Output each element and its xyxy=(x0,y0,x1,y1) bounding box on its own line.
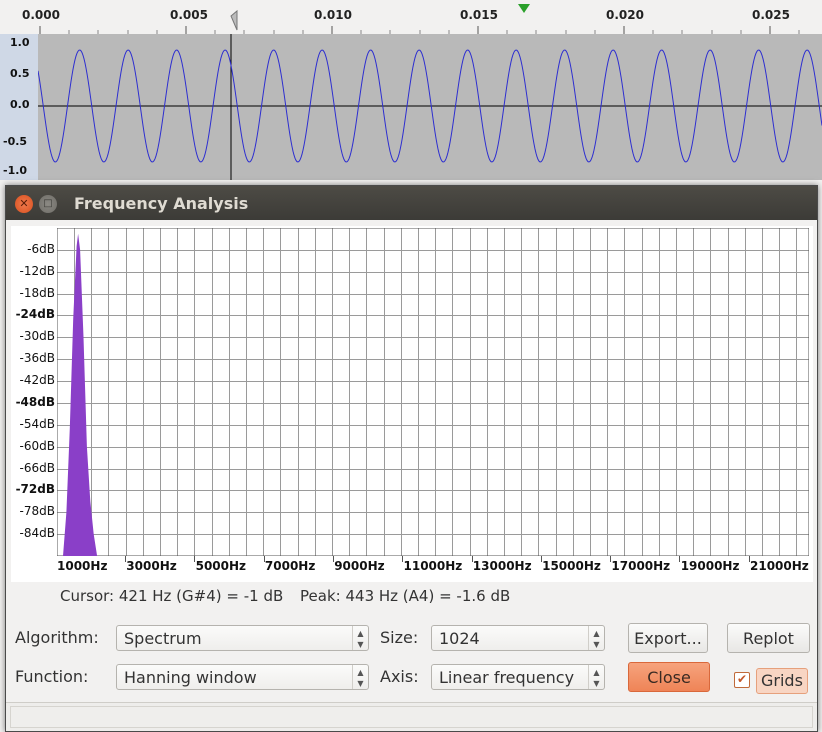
hz-axis-label: 21000Hz xyxy=(750,559,809,573)
hz-axis-label: 5000Hz xyxy=(195,559,247,573)
db-axis-label: -60dB xyxy=(19,438,55,453)
db-axis-label: -6dB xyxy=(27,241,55,256)
db-axis-label: -36dB xyxy=(19,351,55,366)
timeline-ruler[interactable]: 0.000 0.005 0.010 0.015 0.020 0.025 xyxy=(0,0,822,35)
db-axis-label: -78dB xyxy=(19,504,55,519)
hz-axis-label: 3000Hz xyxy=(126,559,177,573)
play-position-marker-icon xyxy=(518,4,530,13)
hz-axis-label: 7000Hz xyxy=(264,559,316,573)
hz-axis-label: 15000Hz xyxy=(542,559,601,573)
amplitude-label: 0.5 xyxy=(10,67,30,80)
dialog-title: Frequency Analysis xyxy=(74,194,249,213)
algorithm-value: Spectrum xyxy=(124,629,202,648)
db-axis-label: -66dB xyxy=(19,460,55,475)
export-button[interactable]: Export... xyxy=(628,623,708,653)
function-label: Function: xyxy=(15,667,89,686)
db-axis-label: -84dB xyxy=(19,526,55,541)
updown-icon: ▲ ▼ xyxy=(352,626,368,650)
size-label: Size: xyxy=(380,628,419,647)
axis-value: Linear frequency xyxy=(439,668,575,687)
size-select[interactable]: 1024 ▲ ▼ xyxy=(431,625,605,651)
size-value: 1024 xyxy=(439,629,480,648)
amplitude-label: -1.0 xyxy=(3,164,28,177)
status-field xyxy=(10,706,813,728)
updown-icon: ▲ ▼ xyxy=(588,665,604,689)
hz-axis-label: 13000Hz xyxy=(472,559,532,573)
algorithm-label: Algorithm: xyxy=(15,628,99,647)
peak-readout: Peak: 443 Hz (A4) = -1.6 dB xyxy=(300,587,511,605)
grids-checkbox[interactable]: ✔ xyxy=(734,672,750,688)
grids-label[interactable]: Grids xyxy=(756,668,808,694)
close-button[interactable]: Close xyxy=(628,662,710,692)
ruler-ticks-graphic xyxy=(39,4,800,34)
amplitude-label: -0.5 xyxy=(3,135,28,148)
algorithm-select[interactable]: Spectrum ▲ ▼ xyxy=(116,625,369,651)
hz-axis-label: 1000Hz xyxy=(57,559,108,573)
updown-icon: ▲ ▼ xyxy=(352,665,368,689)
waveform xyxy=(37,34,822,180)
hz-axis-label: 17000Hz xyxy=(611,559,671,573)
function-select[interactable]: Hanning window ▲ ▼ xyxy=(116,664,369,690)
maximize-window-icon[interactable]: □ xyxy=(39,195,57,213)
hz-axis-label: 19000Hz xyxy=(680,559,740,573)
waveform-canvas[interactable] xyxy=(37,34,822,180)
spectrum-grid xyxy=(57,228,809,556)
cursor-peak-readout: Cursor: 421 Hz (G#4) = -1 dB Peak: 443 H… xyxy=(60,587,510,605)
frequency-analysis-dialog: ✕ □ Frequency Analysis -6dB -12dB -18dB -24… xyxy=(5,185,818,732)
cursor-readout: Cursor: 421 Hz (G#4) = -1 dB xyxy=(60,587,284,605)
dialog-titlebar[interactable]: ✕ □ Frequency Analysis xyxy=(6,186,817,220)
spectrum-plot[interactable]: -6dB -12dB -18dB -24dB -30dB -36dB -42dB -48dB -… xyxy=(11,226,813,582)
db-axis-label: -30dB xyxy=(19,329,55,344)
db-axis-label: -24dB xyxy=(15,307,55,322)
replot-button[interactable]: Replot xyxy=(727,623,810,653)
amplitude-label: 1.0 xyxy=(10,36,30,49)
hz-axis-label: 9000Hz xyxy=(334,559,385,573)
db-axis-label: -54dB xyxy=(19,416,55,431)
hz-axis-label: 11000Hz xyxy=(403,559,463,573)
audio-track[interactable]: 1.0 0.5 0.0 -0.5 -1.0 xyxy=(0,34,822,180)
amplitude-label: 0.0 xyxy=(10,98,30,111)
db-axis-label: -12dB xyxy=(19,263,55,278)
selection-start-marker-icon xyxy=(230,9,238,31)
db-axis-label: -42dB xyxy=(19,373,55,388)
db-axis-label: -18dB xyxy=(19,285,55,300)
close-window-icon[interactable]: ✕ xyxy=(15,195,33,213)
amplitude-scale: 1.0 0.5 0.0 -0.5 -1.0 xyxy=(0,34,38,180)
db-axis-label: -72dB xyxy=(15,482,55,497)
db-axis-label: -48dB xyxy=(15,394,55,409)
updown-icon: ▲ ▼ xyxy=(588,626,604,650)
axis-select[interactable]: Linear frequency ▲ ▼ xyxy=(431,664,605,690)
status-bar xyxy=(6,702,817,731)
axis-label: Axis: xyxy=(380,667,419,686)
function-value: Hanning window xyxy=(124,668,257,687)
